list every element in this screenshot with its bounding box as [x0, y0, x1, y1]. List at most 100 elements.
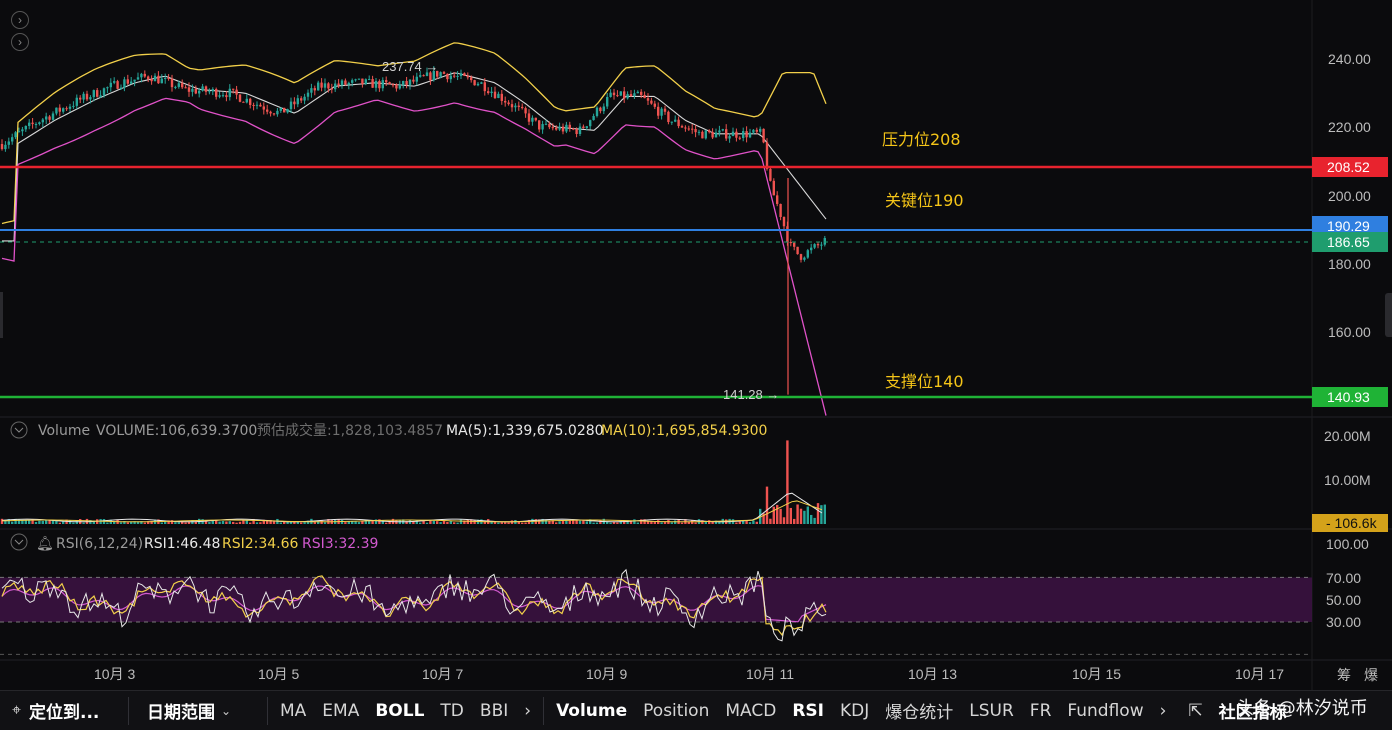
volume-ma5: MA(5):1,339,675.0280: [446, 423, 604, 439]
candle-body: [589, 120, 592, 127]
volume-bar: [459, 519, 463, 524]
candle-body: [364, 79, 367, 85]
volume-bar: [544, 519, 548, 524]
rsi-tick-label: 30.00: [1326, 614, 1361, 630]
bell-icon: 🔔︎: [36, 536, 54, 552]
chart-canvas[interactable]: 240.00 220.00 200.00 180.00 160.00 208.52 190…: [0, 0, 1392, 690]
candle-body: [616, 95, 619, 97]
more-sub-indicators-icon[interactable]: ›: [1152, 701, 1175, 721]
sub-indicator-tab-0[interactable]: Volume: [548, 701, 635, 721]
candle-body: [419, 75, 422, 77]
candle-body: [568, 124, 571, 129]
volume-bar: [517, 521, 520, 524]
indicator-tab-td[interactable]: TD: [432, 701, 471, 721]
candle-body: [497, 93, 500, 98]
candle-body: [279, 107, 282, 111]
indicator-tab-boll[interactable]: BOLL: [367, 701, 432, 721]
volume-bar: [106, 522, 109, 524]
candle-body: [368, 79, 371, 81]
candle-body: [609, 92, 612, 97]
candle-body: [317, 82, 320, 91]
volume-bar: [313, 522, 316, 524]
candle-body: [259, 104, 262, 107]
candle-body: [136, 77, 140, 80]
candle-body: [371, 79, 374, 88]
price-tag-label: 208.52: [1327, 159, 1370, 175]
volume-bar: [772, 506, 775, 524]
candle-body: [174, 86, 177, 88]
more-main-indicators-icon[interactable]: ›: [516, 701, 539, 721]
left-drag-handle[interactable]: [0, 292, 3, 338]
rsi-tick-label: 50.00: [1326, 592, 1361, 608]
candle-body: [177, 83, 180, 87]
volume-bar: [11, 521, 14, 524]
candle-body: [181, 83, 184, 88]
volume-bar: [782, 517, 786, 524]
indicator-tab-bbi[interactable]: BBI: [472, 701, 516, 721]
candle-body: [215, 89, 218, 97]
separator: [543, 696, 545, 725]
volume-bar: [575, 520, 578, 524]
rsi-name: RSI(6,12,24): [56, 536, 143, 552]
candle-body: [310, 88, 313, 93]
candle-body: [119, 87, 123, 89]
candle-body: [663, 108, 667, 112]
candle-body: [793, 242, 796, 247]
sub-indicator-tab-7[interactable]: FR: [1022, 701, 1060, 721]
volume-bar: [72, 522, 75, 524]
candle-body: [514, 105, 517, 108]
candle-body: [677, 119, 680, 127]
candle-body: [99, 95, 102, 97]
candle-body: [340, 80, 344, 86]
volume-bar: [429, 520, 432, 524]
volume-bar: [599, 520, 602, 524]
scroll-forward-icon[interactable]: ›: [11, 11, 29, 29]
volume-bar: [225, 521, 228, 524]
scroll-end-icon[interactable]: ›: [11, 33, 29, 51]
candle-body: [385, 80, 388, 83]
candle-body: [412, 79, 415, 82]
candle-body: [184, 87, 187, 89]
candle-body: [633, 93, 636, 97]
candle-body: [565, 124, 568, 132]
volume-bar: [789, 507, 792, 524]
candle-body: [252, 104, 255, 106]
sub-indicator-tab-6[interactable]: LSUR: [961, 701, 1022, 721]
candle-body: [286, 109, 289, 113]
sub-indicator-tab-5[interactable]: 爆仓统计: [877, 698, 961, 723]
candle-body: [34, 124, 38, 126]
date-range-dropdown[interactable]: 日期范围 ⌄: [133, 698, 263, 723]
volume-bar: [385, 522, 388, 524]
volume-bar: [439, 522, 442, 524]
candle-body: [398, 84, 401, 89]
sub-indicator-tab-3[interactable]: RSI: [784, 701, 832, 721]
external-link-icon[interactable]: ⇱: [1180, 701, 1210, 721]
candle-body: [701, 131, 704, 139]
candle-body: [803, 257, 806, 260]
volume-bar: [34, 521, 38, 524]
candle-body: [527, 113, 531, 122]
candle-body: [245, 98, 248, 103]
volume-bar: [738, 521, 741, 524]
sub-indicator-tab-2[interactable]: MACD: [717, 701, 784, 721]
indicator-tab-ema[interactable]: EMA: [314, 701, 367, 721]
volume-bar: [813, 517, 816, 524]
indicator-tab-ma[interactable]: MA: [272, 701, 314, 721]
separator: [128, 696, 129, 725]
candle-body: [164, 77, 167, 79]
candle-body: [388, 82, 391, 85]
locate-button[interactable]: ⌖ 定位到...: [0, 698, 124, 724]
candle-body: [109, 82, 112, 88]
candle-body: [772, 180, 775, 196]
date-tick-label: 10月 9: [586, 666, 627, 682]
right-panel-toggle[interactable]: [1385, 293, 1392, 337]
candle-body: [228, 88, 231, 98]
volume-bar: [259, 522, 262, 524]
volume-bar: [823, 504, 826, 524]
bottom-toolbar: ⌖ 定位到... 日期范围 ⌄ MA EMA BOLL TD BBI › Volume P…: [0, 690, 1392, 730]
volume-bar: [769, 518, 772, 524]
sub-indicator-tab-4[interactable]: KDJ: [832, 701, 877, 721]
candle-body: [738, 137, 741, 139]
sub-indicator-tab-8[interactable]: Fundflow: [1059, 701, 1151, 721]
sub-indicator-tab-1[interactable]: Position: [635, 701, 717, 721]
